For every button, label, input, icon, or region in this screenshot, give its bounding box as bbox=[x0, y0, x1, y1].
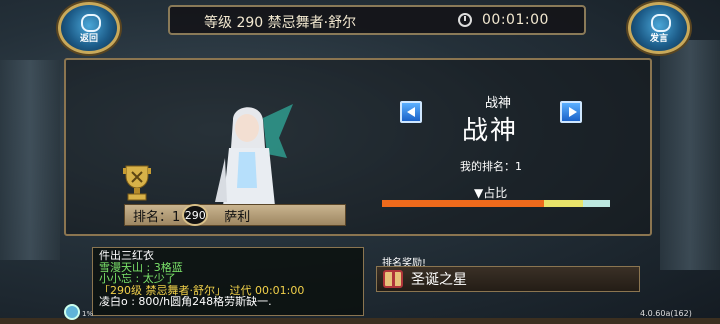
reward-item-name: 圣诞之星 bbox=[411, 272, 467, 288]
status-percent: 1% bbox=[82, 310, 94, 318]
back-icon bbox=[81, 14, 101, 32]
previous-category-button[interactable] bbox=[400, 101, 422, 123]
my-rank: 我的排名：1 bbox=[460, 160, 522, 173]
player-rank-bar: 排名：1 290 萨利 bbox=[124, 204, 346, 226]
rank-label: 排名：1 bbox=[133, 209, 181, 225]
stopwatch-icon bbox=[458, 13, 472, 27]
percent-bar bbox=[382, 200, 610, 207]
category-big-title: 战神 bbox=[461, 116, 518, 146]
percent-bar-segment bbox=[582, 200, 610, 207]
chat-line: 小小忘 : 太少了 bbox=[99, 273, 176, 285]
percent-label: ▼占比 bbox=[474, 186, 508, 200]
back-button[interactable]: 返回 bbox=[58, 2, 120, 54]
chat-line: 凌白o : 800/h圆角248格劳斯缺一. bbox=[99, 296, 272, 308]
player-name: 萨利 bbox=[224, 209, 251, 225]
level-timer-bar: 等级 290 禁忌舞者·舒尔 00:01:00 bbox=[168, 5, 586, 35]
percent-bar-segment bbox=[543, 200, 583, 207]
trophy-icon bbox=[123, 165, 151, 201]
chat-log[interactable]: 件出三红衣 雪漫天山 : 3格蓝 小小忘 : 太少了 「290级 禁忌舞者·舒尔」 过… bbox=[92, 247, 364, 316]
chat-button[interactable]: 发言 bbox=[628, 2, 690, 54]
chat-line: 「290级 禁忌舞者·舒尔」 过代 00:01:00 bbox=[99, 284, 305, 296]
character-portrait bbox=[215, 104, 293, 206]
network-status-icon bbox=[64, 304, 80, 320]
speech-bubble-icon bbox=[651, 14, 671, 32]
gift-icon bbox=[383, 270, 403, 288]
next-category-button[interactable] bbox=[560, 101, 582, 123]
chat-line: 件出三红衣 bbox=[99, 250, 154, 262]
stone-pillar bbox=[0, 60, 60, 260]
stone-pillar bbox=[660, 40, 720, 270]
percent-bar-segment bbox=[382, 200, 544, 207]
version-label: 4.0.60a(162) bbox=[640, 309, 692, 318]
level-badge: 290 bbox=[182, 204, 209, 226]
category-small-title: 战神 bbox=[484, 96, 511, 111]
bottom-hud-strip bbox=[0, 318, 720, 324]
reward-item[interactable]: 圣诞之星 bbox=[376, 266, 640, 292]
chat-line: 雪漫天山 : 3格蓝 bbox=[99, 261, 183, 273]
level-title: 等级 290 禁忌舞者·舒尔 bbox=[204, 15, 357, 31]
timer: 00:01:00 bbox=[482, 12, 549, 28]
